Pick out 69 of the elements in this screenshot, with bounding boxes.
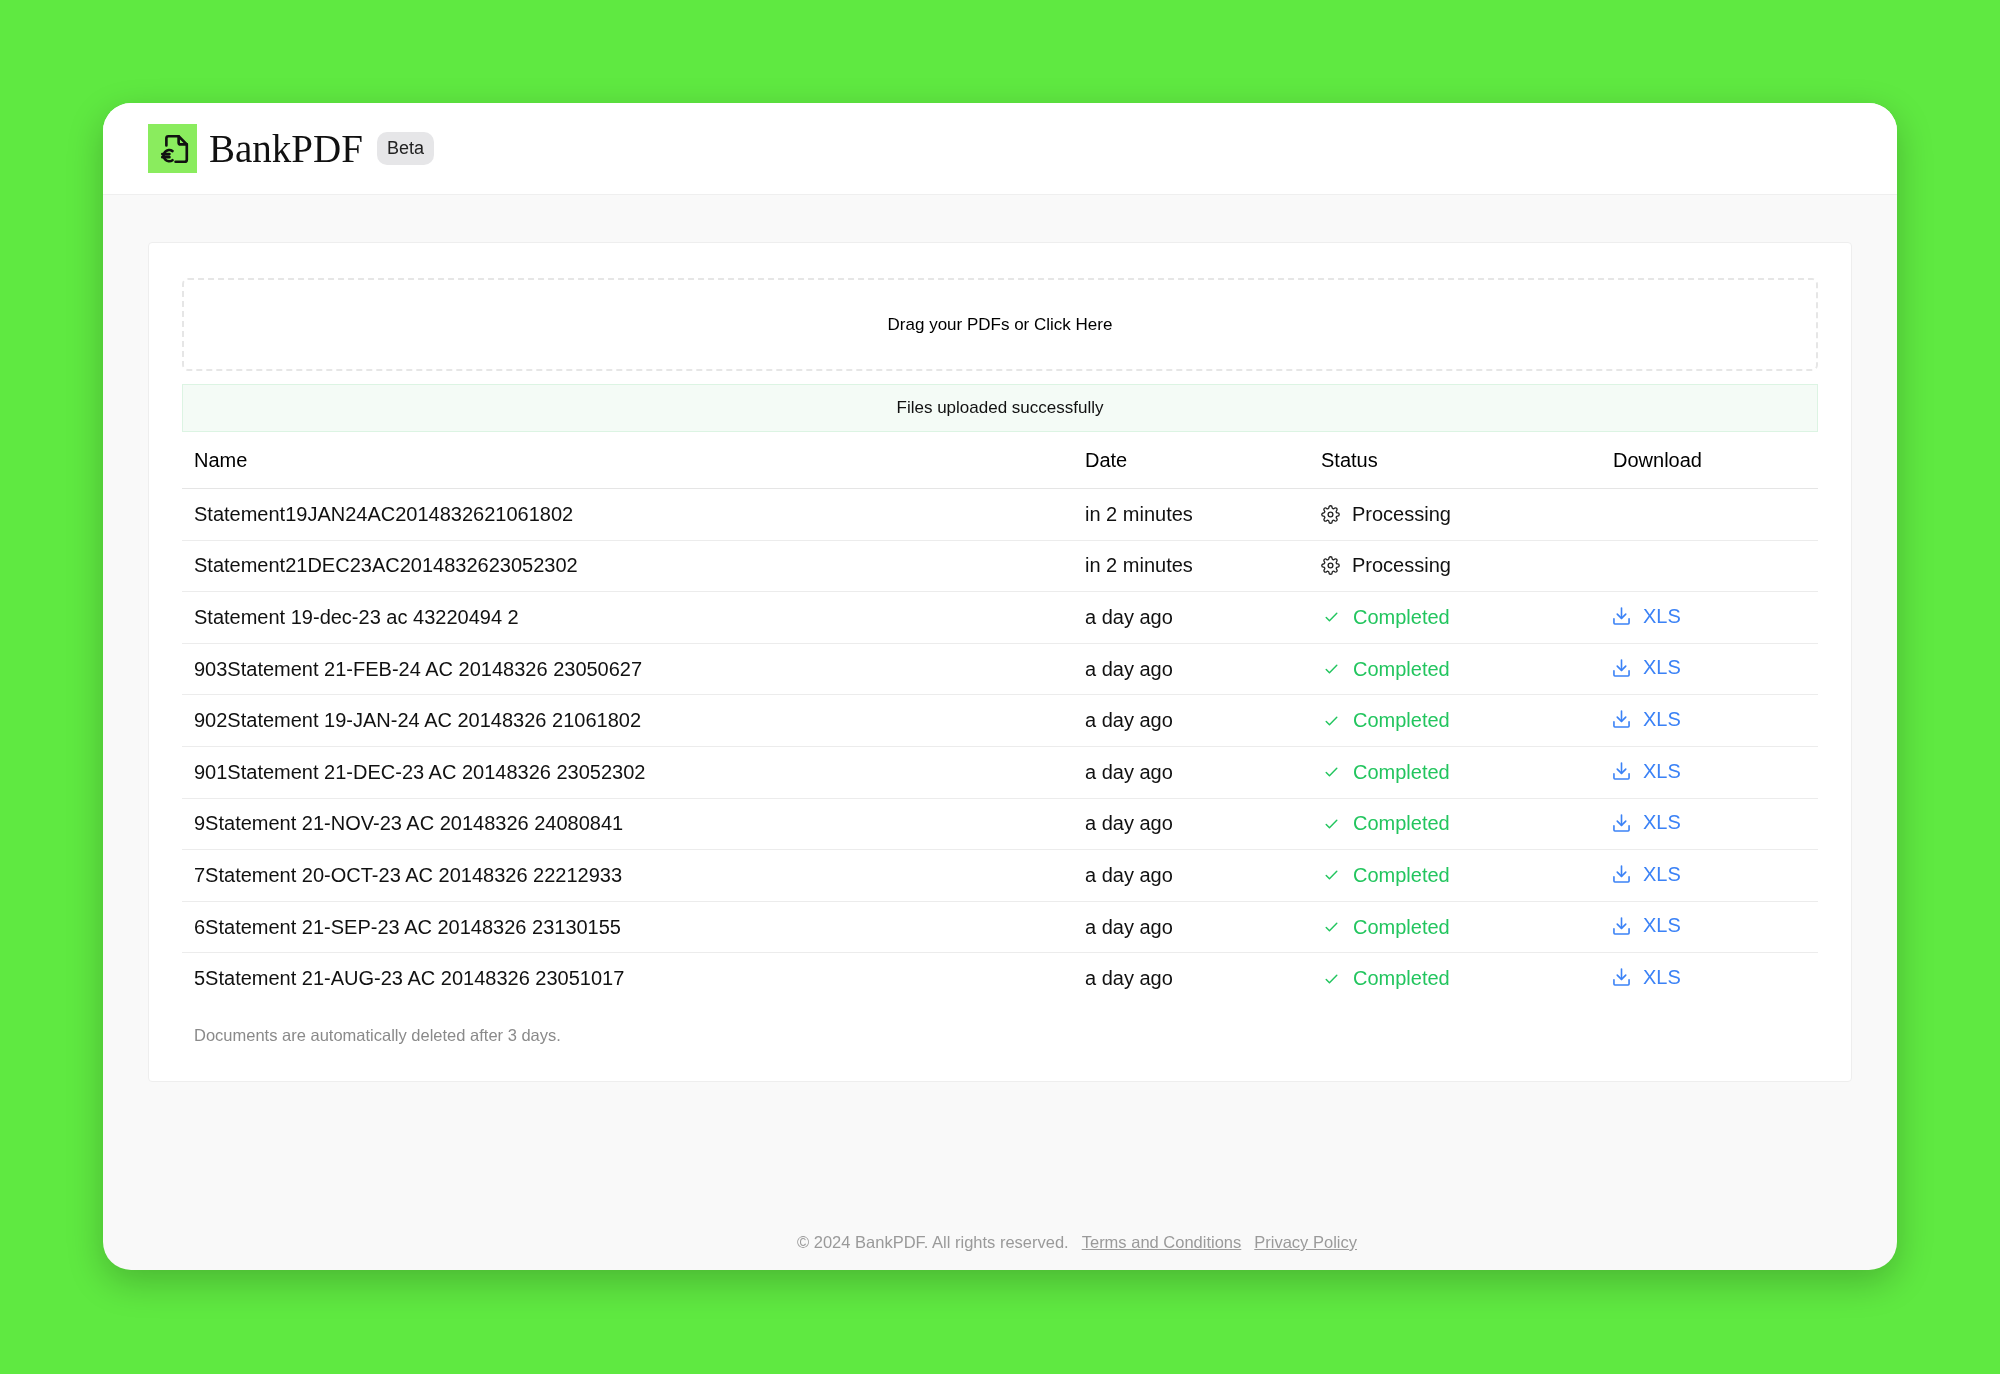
download-link[interactable]: XLS <box>1613 862 1681 886</box>
gear-icon <box>1321 504 1340 524</box>
table-cell: a day ago <box>1073 694 1309 747</box>
status-label: Completed <box>1353 606 1450 629</box>
table-cell: Statement 19-dec-23 ac 43220494 2 <box>182 591 1073 644</box>
app-logo-text: BankPDF <box>209 129 363 168</box>
column-header: Name <box>182 432 1073 489</box>
check-icon <box>1325 715 1338 726</box>
download-link[interactable]: XLS <box>1613 914 1681 938</box>
check-icon <box>1325 818 1338 829</box>
status-label: Completed <box>1353 812 1450 836</box>
status-label: Completed <box>1353 967 1450 991</box>
copyright-text: © 2024 BankPDF. All rights reserved. <box>797 1233 1069 1252</box>
download-link[interactable]: XLS <box>1613 965 1681 989</box>
column-header: Date <box>1073 432 1309 489</box>
status-label: Completed <box>1353 915 1450 939</box>
gear-icon <box>1321 556 1340 576</box>
success-banner: Files uploaded successfully <box>182 384 1818 432</box>
status-label: Completed <box>1353 760 1450 784</box>
download-icon <box>1613 710 1630 729</box>
download-icon <box>1613 916 1630 935</box>
table-cell: 7Statement 20-OCT-23 AC 20148326 22212933 <box>182 849 1073 902</box>
footer-link[interactable]: Privacy Policy <box>1254 1233 1357 1252</box>
table-cell: Statement21DEC23AC2014832623052302 <box>182 540 1073 592</box>
download-link[interactable]: XLS <box>1613 707 1681 731</box>
beta-badge: Beta <box>376 131 434 166</box>
table-cell: a day ago <box>1073 746 1309 799</box>
download-icon <box>1613 762 1630 780</box>
retention-note: Documents are automatically deleted after 3 days. <box>193 1025 562 1045</box>
download-link[interactable]: XLS <box>1613 656 1681 680</box>
check-icon <box>1325 870 1338 881</box>
download-link[interactable]: XLS <box>1613 759 1681 783</box>
download-link[interactable]: XLS <box>1613 604 1681 628</box>
check-icon <box>1325 973 1338 984</box>
check-icon <box>1325 664 1338 675</box>
column-header: Download <box>1601 432 1818 489</box>
euro-document-icon <box>148 124 197 173</box>
download-icon <box>1613 968 1630 987</box>
status-label: Completed <box>1353 657 1450 681</box>
status-label: Completed <box>1353 709 1450 733</box>
column-header: Status <box>1309 432 1601 489</box>
download-icon <box>1613 658 1630 677</box>
table-cell: 903Statement 21-FEB-24 AC 20148326 23050627 <box>182 643 1073 695</box>
table-cell: 901Statement 21-DEC-23 AC 20148326 23052302 <box>182 746 1073 799</box>
status-label: Processing <box>1352 502 1451 526</box>
table-cell: 902Statement 19-JAN-24 AC 20148326 21061802 <box>182 694 1073 747</box>
table-cell: 5Statement 21-AUG-23 AC 20148326 23051017 <box>182 952 1073 1004</box>
table-cell: Statement19JAN24AC2014832621061802 <box>182 488 1073 541</box>
table-cell: in 2 minutes <box>1073 488 1309 541</box>
table-cell: a day ago <box>1073 643 1309 695</box>
table-cell: in 2 minutes <box>1073 540 1309 592</box>
table-cell: a day ago <box>1073 849 1309 902</box>
download-icon <box>1613 607 1630 626</box>
status-label: Completed <box>1353 863 1450 887</box>
footer-link[interactable]: Terms and Conditions <box>1081 1233 1242 1252</box>
table-cell: 9Statement 21-NOV-23 AC 20148326 24080841 <box>182 798 1073 850</box>
check-icon <box>1325 612 1338 623</box>
table-cell: a day ago <box>1073 798 1309 850</box>
upload-dropzone[interactable]: Drag your PDFs or Click Here <box>182 278 1818 371</box>
table-cell: a day ago <box>1073 901 1309 953</box>
download-link[interactable]: XLS <box>1613 811 1681 835</box>
table-cell: a day ago <box>1073 591 1309 644</box>
table-cell: 6Statement 21-SEP-23 AC 20148326 23130155 <box>182 901 1073 953</box>
download-icon <box>1613 865 1630 884</box>
status-label: Processing <box>1352 554 1451 578</box>
check-icon <box>1325 767 1338 778</box>
download-icon <box>1613 813 1630 832</box>
check-icon <box>1325 922 1338 933</box>
table-cell: a day ago <box>1073 952 1309 1004</box>
